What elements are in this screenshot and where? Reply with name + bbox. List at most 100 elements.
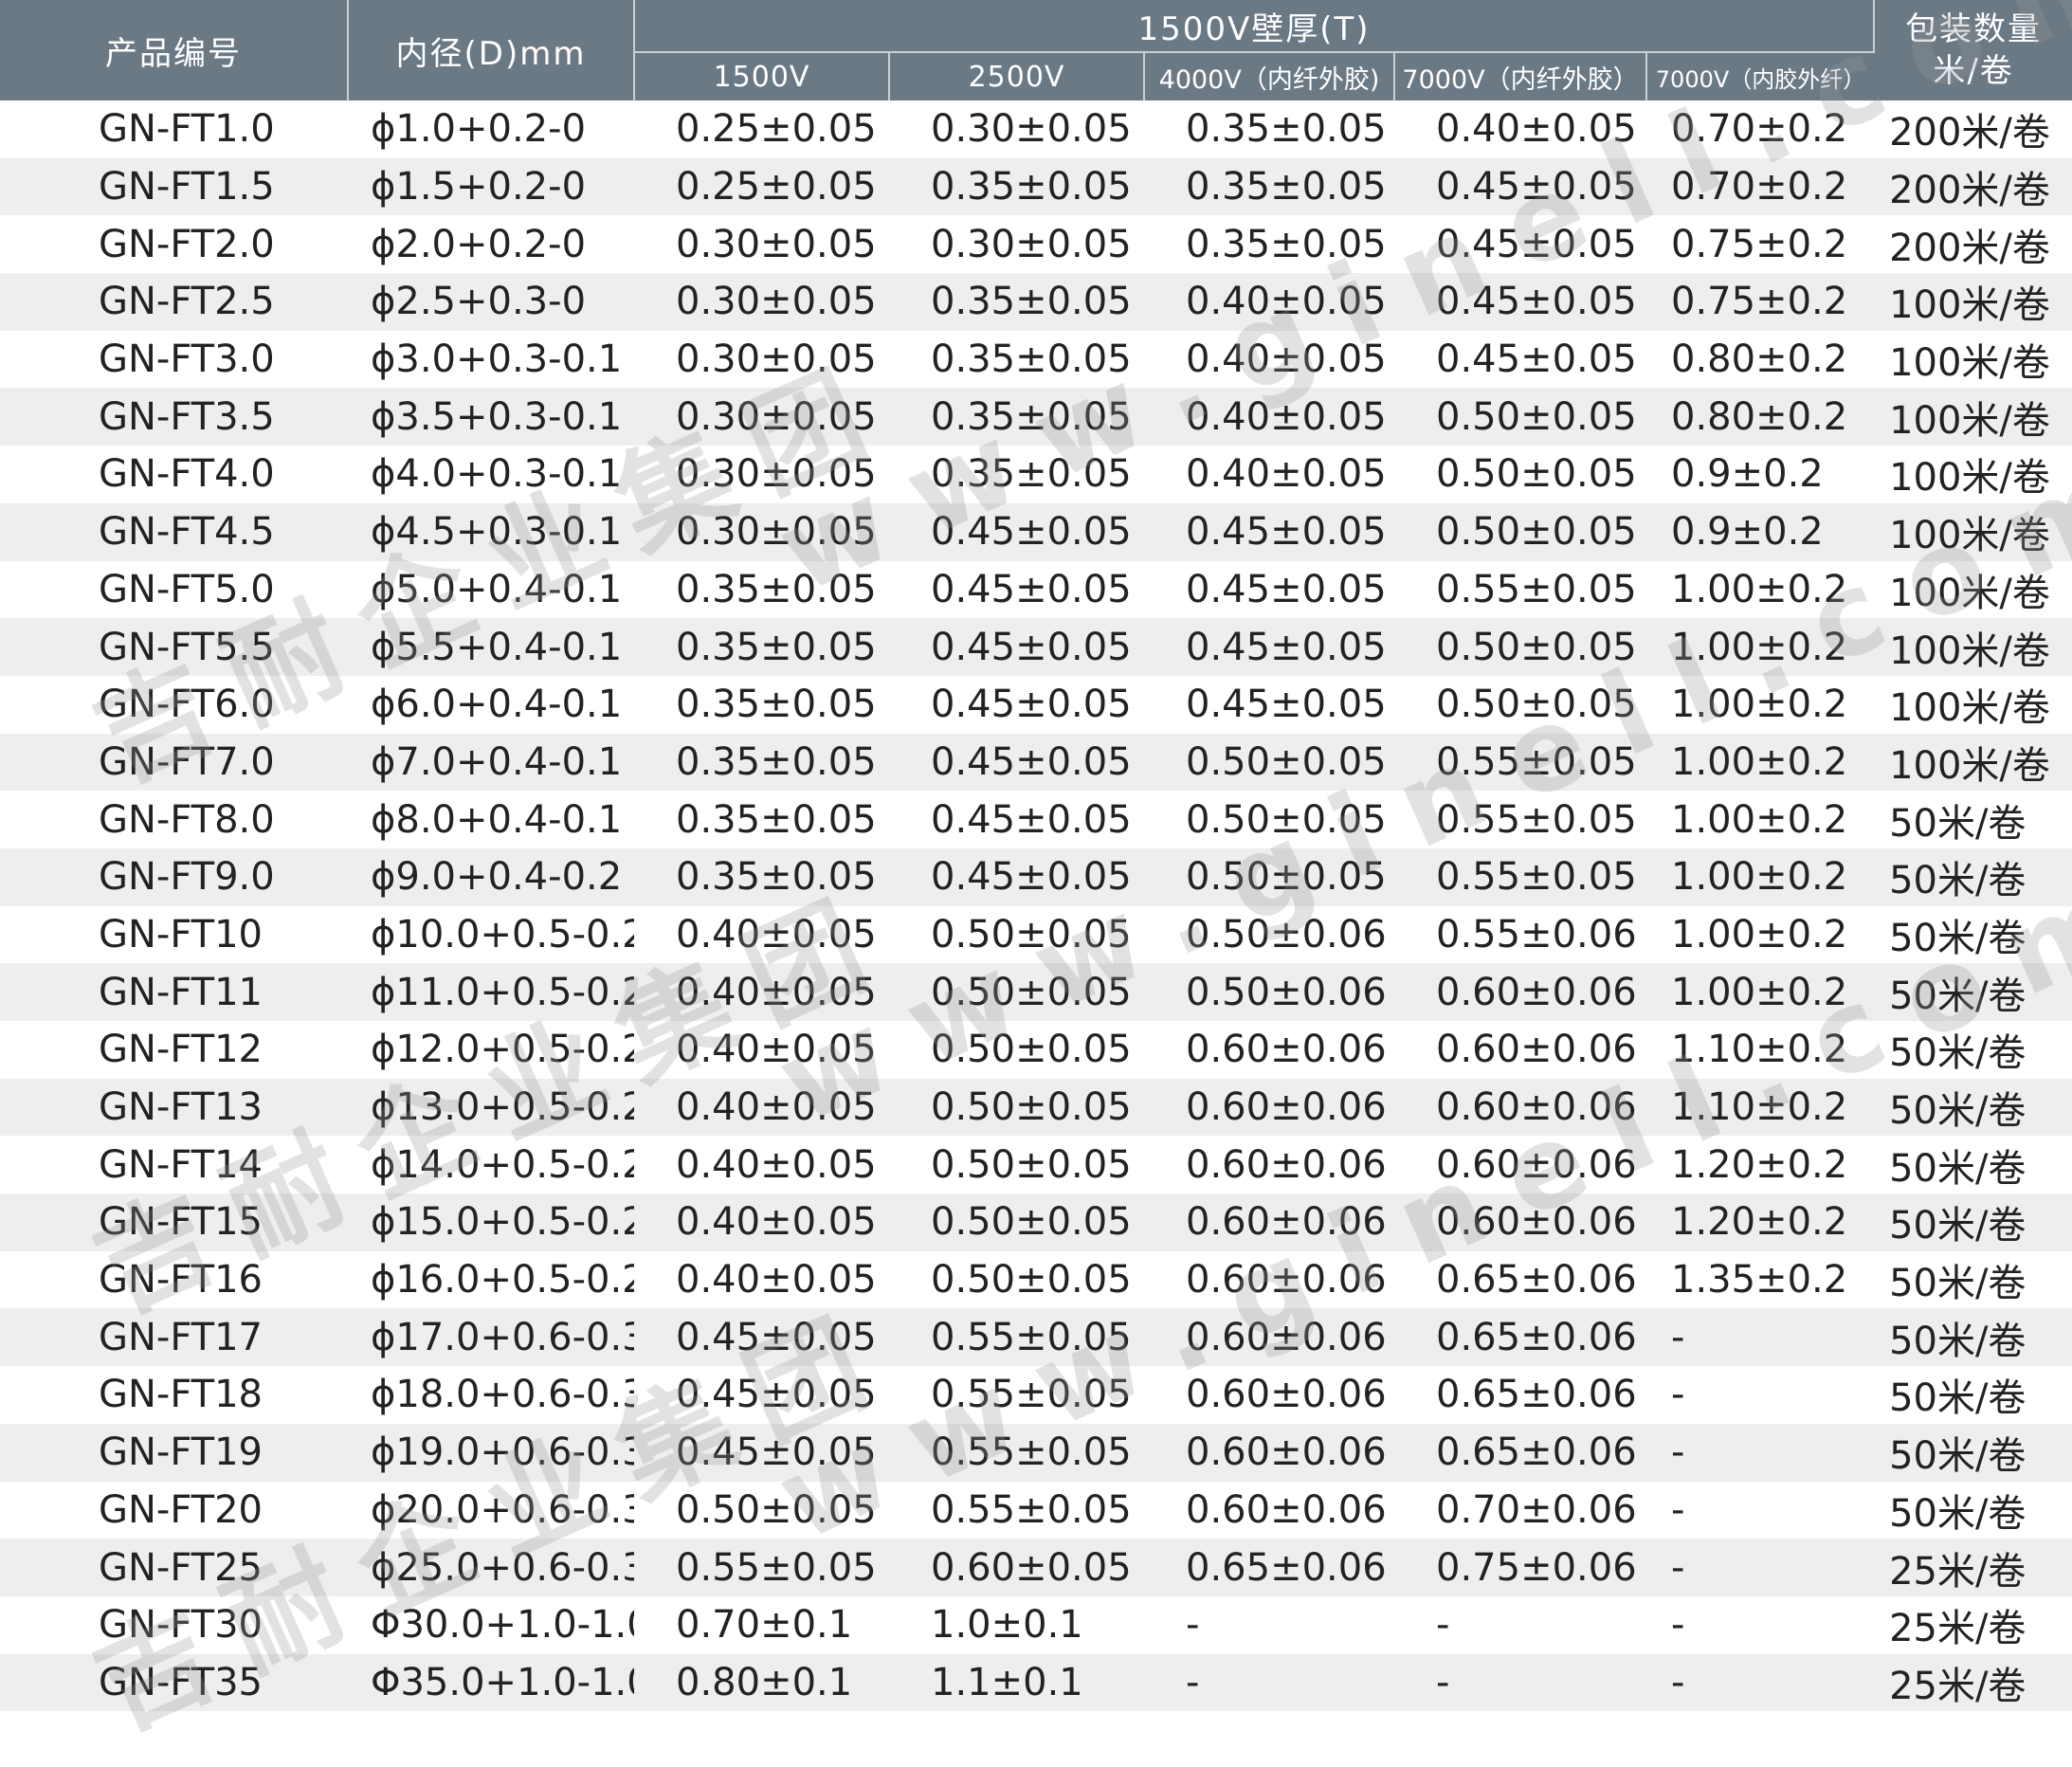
thickness-2500v-cell: 0.50±0.05: [889, 1078, 1144, 1137]
package-quantity-cell: 50米/卷: [1889, 916, 2027, 960]
thickness-2500v-cell: 0.55±0.05: [931, 1487, 1132, 1532]
inner-diameter-cell: Φ35.0+1.0-1.0: [348, 1653, 634, 1712]
inner-diameter-cell: ϕ4.0+0.3-0.1: [371, 452, 623, 497]
table-row: GN-FT7.0 ϕ7.0+0.4-0.1 0.35±0.05 0.45±0.05 0.…: [0, 733, 2072, 792]
inner-diameter-cell: ϕ2.5+0.3-0: [348, 273, 634, 331]
header-1500v: 1500V: [634, 51, 890, 100]
thickness-7000v-inner-rubber-cell: -: [1646, 1423, 1875, 1482]
thickness-1500v-cell: 0.70±0.1: [676, 1603, 853, 1648]
header-4000v: 4000V（内纤外胶): [1144, 51, 1395, 100]
table-row: GN-FT1.0 ϕ1.0+0.2-0 0.25±0.05 0.30±0.05 0.35…: [0, 100, 2072, 158]
thickness-7000v-inner-fiber-cell: 0.50±0.05: [1394, 618, 1646, 676]
inner-diameter-cell: ϕ4.5+0.3-0.1: [348, 502, 634, 561]
thickness-4000v-cell: 0.50±0.06: [1186, 912, 1387, 956]
thickness-7000v-inner-rubber-cell: -: [1671, 1373, 1685, 1417]
thickness-7000v-inner-fiber-cell: 0.60±0.06: [1436, 1142, 1637, 1187]
thickness-1500v-cell: 0.25±0.05: [634, 157, 889, 216]
table-row: GN-FT15 ϕ15.0+0.5-0.2 0.40±0.05 0.50±0.05 0.…: [0, 1193, 2072, 1251]
thickness-2500v-cell: 0.35±0.05: [889, 157, 1144, 216]
thickness-4000v-cell: 0.45±0.05: [1144, 502, 1394, 561]
thickness-7000v-inner-fiber-cell: 0.75±0.06: [1394, 1539, 1646, 1596]
table-row: GN-FT10 ϕ10.0+0.5-0.2 0.40±0.05 0.50±0.05 0.…: [0, 906, 2072, 964]
product-code-cell: GN-FT3.5: [0, 388, 348, 446]
thickness-4000v-cell: 0.50±0.05: [1144, 847, 1394, 906]
table-row: GN-FT11 ϕ11.0+0.5-0.2 0.40±0.05 0.50±0.05 0.…: [0, 963, 2072, 1021]
thickness-4000v-cell: 0.40±0.05: [1186, 452, 1387, 497]
thickness-7000v-inner-fiber-cell: 0.55±0.05: [1436, 567, 1637, 611]
product-code-cell: GN-FT1.0: [99, 107, 275, 152]
thickness-1500v-cell: 0.35±0.05: [676, 683, 877, 727]
thickness-4000v-cell: 0.60±0.06: [1144, 1193, 1394, 1251]
thickness-7000v-inner-rubber-cell: 1.00±0.2: [1671, 912, 1848, 956]
thickness-7000v-inner-rubber-cell: 1.00±0.2: [1646, 847, 1875, 906]
table-row: GN-FT5.0 ϕ5.0+0.4-0.1 0.35±0.05 0.45±0.05 0.…: [0, 561, 2072, 619]
thickness-4000v-cell: 0.40±0.05: [1144, 273, 1394, 331]
inner-diameter-cell: ϕ6.0+0.4-0.1: [371, 683, 623, 727]
thickness-2500v-cell: 0.45±0.05: [931, 567, 1132, 611]
thickness-2500v-cell: 1.1±0.1: [889, 1653, 1144, 1712]
thickness-1500v-cell: 0.50±0.05: [676, 1487, 877, 1532]
product-code-cell: GN-FT30: [99, 1603, 263, 1648]
inner-diameter-cell: ϕ13.0+0.5-0.2: [348, 1078, 634, 1137]
package-quantity-cell: 25米/卷: [1874, 1539, 2072, 1596]
inner-diameter-cell: Φ30.0+1.0-1.0: [371, 1603, 634, 1648]
thickness-4000v-cell: 0.45±0.05: [1186, 683, 1387, 727]
thickness-7000v-inner-fiber-cell: 0.60±0.06: [1394, 1078, 1646, 1137]
thickness-2500v-cell: 0.45±0.05: [889, 733, 1144, 792]
thickness-1500v-cell: 0.30±0.05: [634, 502, 889, 561]
thickness-1500v-cell: 0.30±0.05: [634, 273, 889, 331]
thickness-1500v-cell: 0.35±0.05: [634, 733, 889, 792]
inner-diameter-cell: ϕ8.0+0.4-0.1: [371, 797, 623, 842]
thickness-4000v-cell: 0.35±0.05: [1186, 107, 1387, 152]
thickness-4000v-cell: 0.60±0.06: [1186, 1487, 1387, 1532]
table-row: GN-FT1.5 ϕ1.5+0.2-0 0.25±0.05 0.35±0.05 0.35…: [0, 157, 2072, 216]
product-code-cell: GN-FT19: [0, 1423, 348, 1482]
inner-diameter-cell: ϕ3.0+0.3-0.1: [371, 337, 623, 382]
table-row: GN-FT4.0 ϕ4.0+0.3-0.1 0.30±0.05 0.35±0.05 0.…: [0, 446, 2072, 503]
product-code-cell: GN-FT9.0: [0, 847, 348, 906]
package-quantity-cell: 50米/卷: [1889, 1376, 2027, 1421]
product-code-cell: GN-FT35: [0, 1653, 348, 1712]
table-row: GN-FT13 ϕ13.0+0.5-0.2 0.40±0.05 0.50±0.05 0.…: [0, 1078, 2072, 1137]
inner-diameter-cell: ϕ18.0+0.6-0.3: [371, 1373, 634, 1417]
table-row: GN-FT12 ϕ12.0+0.5-0.2 0.40±0.05 0.50±0.05 0.…: [0, 1021, 2072, 1079]
table-row: GN-FT9.0 ϕ9.0+0.4-0.2 0.35±0.05 0.45±0.05 0.…: [0, 847, 2072, 906]
thickness-2500v-cell: 0.45±0.05: [931, 683, 1132, 727]
package-quantity-cell: 100米/卷: [1874, 388, 2072, 446]
package-quantity-cell: 100米/卷: [1889, 686, 2050, 731]
thickness-4000v-cell: 0.40±0.05: [1144, 388, 1394, 446]
header-product-code: 产品编号: [0, 0, 349, 100]
inner-diameter-cell: ϕ17.0+0.6-0.3: [348, 1308, 634, 1367]
thickness-7000v-inner-fiber-cell: 0.65±0.06: [1394, 1308, 1646, 1367]
package-quantity-cell: 100米/卷: [1889, 571, 2050, 615]
thickness-1500v-cell: 0.35±0.05: [676, 567, 877, 611]
table-row: GN-FT2.5 ϕ2.5+0.3-0 0.30±0.05 0.35±0.05 0.40…: [0, 273, 2072, 331]
product-code-cell: GN-FT6.0: [99, 683, 275, 727]
thickness-4000v-cell: -: [1144, 1653, 1394, 1712]
inner-diameter-cell: ϕ2.0+0.2-0: [371, 222, 587, 266]
thickness-1500v-cell: 0.30±0.05: [634, 388, 889, 446]
thickness-7000v-inner-rubber-cell: 1.00±0.2: [1671, 683, 1848, 727]
package-quantity-cell: 50米/卷: [1874, 1078, 2072, 1137]
table-body: GN-FT1.0 ϕ1.0+0.2-0 0.25±0.05 0.30±0.05 0.35…: [0, 100, 2072, 1712]
inner-diameter-cell: ϕ5.5+0.4-0.1: [348, 618, 634, 676]
thickness-4000v-cell: -: [1186, 1603, 1200, 1648]
thickness-7000v-inner-fiber-cell: 0.55±0.05: [1394, 733, 1646, 792]
product-code-cell: GN-FT1.5: [0, 157, 348, 216]
thickness-7000v-inner-fiber-cell: 0.55±0.05: [1436, 797, 1637, 842]
thickness-2500v-cell: 0.45±0.05: [889, 618, 1144, 676]
thickness-4000v-cell: 0.60±0.06: [1186, 1258, 1387, 1302]
table-row: GN-FT3.0 ϕ3.0+0.3-0.1 0.30±0.05 0.35±0.05 0.…: [0, 331, 2072, 389]
thickness-7000v-inner-fiber-cell: 0.50±0.05: [1394, 388, 1646, 446]
package-quantity-cell: 50米/卷: [1874, 1193, 2072, 1251]
inner-diameter-cell: ϕ10.0+0.5-0.2: [371, 912, 634, 956]
product-code-cell: GN-FT20: [99, 1487, 263, 1532]
header-inner-diameter: 内径(D)mm: [348, 0, 635, 100]
thickness-1500v-cell: 0.40±0.05: [676, 1142, 877, 1187]
product-code-cell: GN-FT5.0: [99, 567, 275, 611]
product-code-cell: GN-FT3.0: [99, 337, 275, 382]
thickness-7000v-inner-fiber-cell: 0.45±0.05: [1436, 337, 1637, 382]
thickness-4000v-cell: 0.50±0.06: [1144, 963, 1394, 1021]
thickness-4000v-cell: 0.40±0.05: [1186, 337, 1387, 382]
thickness-7000v-inner-rubber-cell: 0.9±0.2: [1671, 452, 1824, 497]
